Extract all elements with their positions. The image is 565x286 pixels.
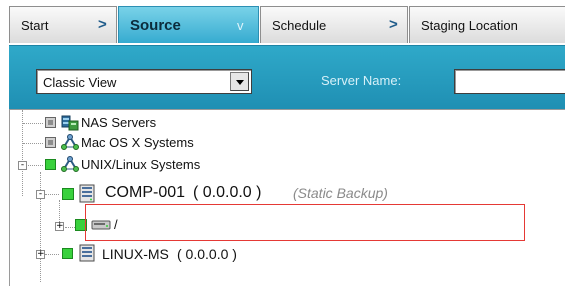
tree-node-label: NAS Servers	[81, 115, 157, 130]
view-mode-select[interactable]: Classic View	[36, 69, 252, 94]
source-toolbar: Classic View Server Name:	[9, 45, 565, 109]
tab-schedule[interactable]: Schedule >	[260, 6, 408, 43]
tree-node-label: Mac OS X Systems	[81, 135, 194, 150]
tab-staging-location[interactable]: Staging Location	[409, 6, 565, 43]
tree-node-unix-linux-systems[interactable]: - UNIX/Linux Systems	[10, 155, 310, 175]
tree-node-comp-001[interactable]: - COMP-001 ( 0.0.0.0 ) (Static Backup)	[10, 183, 510, 205]
chevron-right-icon: >	[98, 16, 107, 33]
chevron-right-icon: >	[389, 16, 398, 33]
server-name-label: Server Name:	[321, 73, 402, 88]
network-group-icon	[61, 156, 79, 176]
static-backup-tag: (Static Backup)	[293, 185, 388, 201]
dropdown-arrow-icon[interactable]	[230, 72, 249, 91]
server-name-input[interactable]	[454, 69, 565, 94]
chevron-down-icon: v	[237, 18, 244, 33]
tab-schedule-label: Schedule	[272, 17, 327, 33]
nas-servers-icon	[61, 114, 79, 134]
expand-icon[interactable]: +	[36, 250, 45, 259]
collapse-icon[interactable]: -	[18, 161, 27, 170]
tab-source[interactable]: Source v	[118, 6, 259, 43]
wizard-step-tabs: Start > Source v Schedule > Staging Loca…	[0, 0, 565, 45]
tree-node-address: ( 0.0.0.0 )	[193, 184, 262, 201]
server-icon	[79, 244, 95, 265]
partial-checkbox[interactable]	[45, 159, 56, 170]
tree-node-mac-os-x-systems[interactable]: Mac OS X Systems	[10, 133, 310, 153]
network-group-icon	[61, 134, 79, 154]
selection-highlight-box	[85, 204, 525, 241]
tree-node-label: UNIX/Linux Systems	[81, 157, 201, 172]
partial-checkbox[interactable]	[45, 117, 56, 128]
tree-node-nas-servers[interactable]: NAS Servers	[10, 113, 310, 133]
tab-source-label: Source	[130, 16, 181, 34]
tab-start[interactable]: Start >	[9, 6, 117, 43]
source-tree: NAS Servers Mac OS X Systems - UNIX/Linu…	[9, 109, 565, 286]
partial-checkbox[interactable]	[62, 248, 73, 259]
tree-node-linux-ms[interactable]: + LINUX-MS ( 0.0.0.0 )	[10, 242, 310, 262]
tree-node-label: COMP-001	[105, 184, 186, 201]
expand-icon[interactable]: +	[55, 222, 64, 231]
tree-node-address: ( 0.0.0.0 )	[177, 246, 237, 262]
checked-checkbox[interactable]	[62, 188, 74, 200]
tab-start-label: Start	[21, 17, 49, 33]
tree-node-label: LINUX-MS	[102, 246, 169, 262]
tab-staging-location-label: Staging Location	[421, 17, 518, 33]
view-mode-value: Classic View	[43, 75, 117, 90]
collapse-icon[interactable]: -	[36, 190, 45, 199]
partial-checkbox[interactable]	[45, 137, 56, 148]
server-icon	[79, 184, 95, 206]
